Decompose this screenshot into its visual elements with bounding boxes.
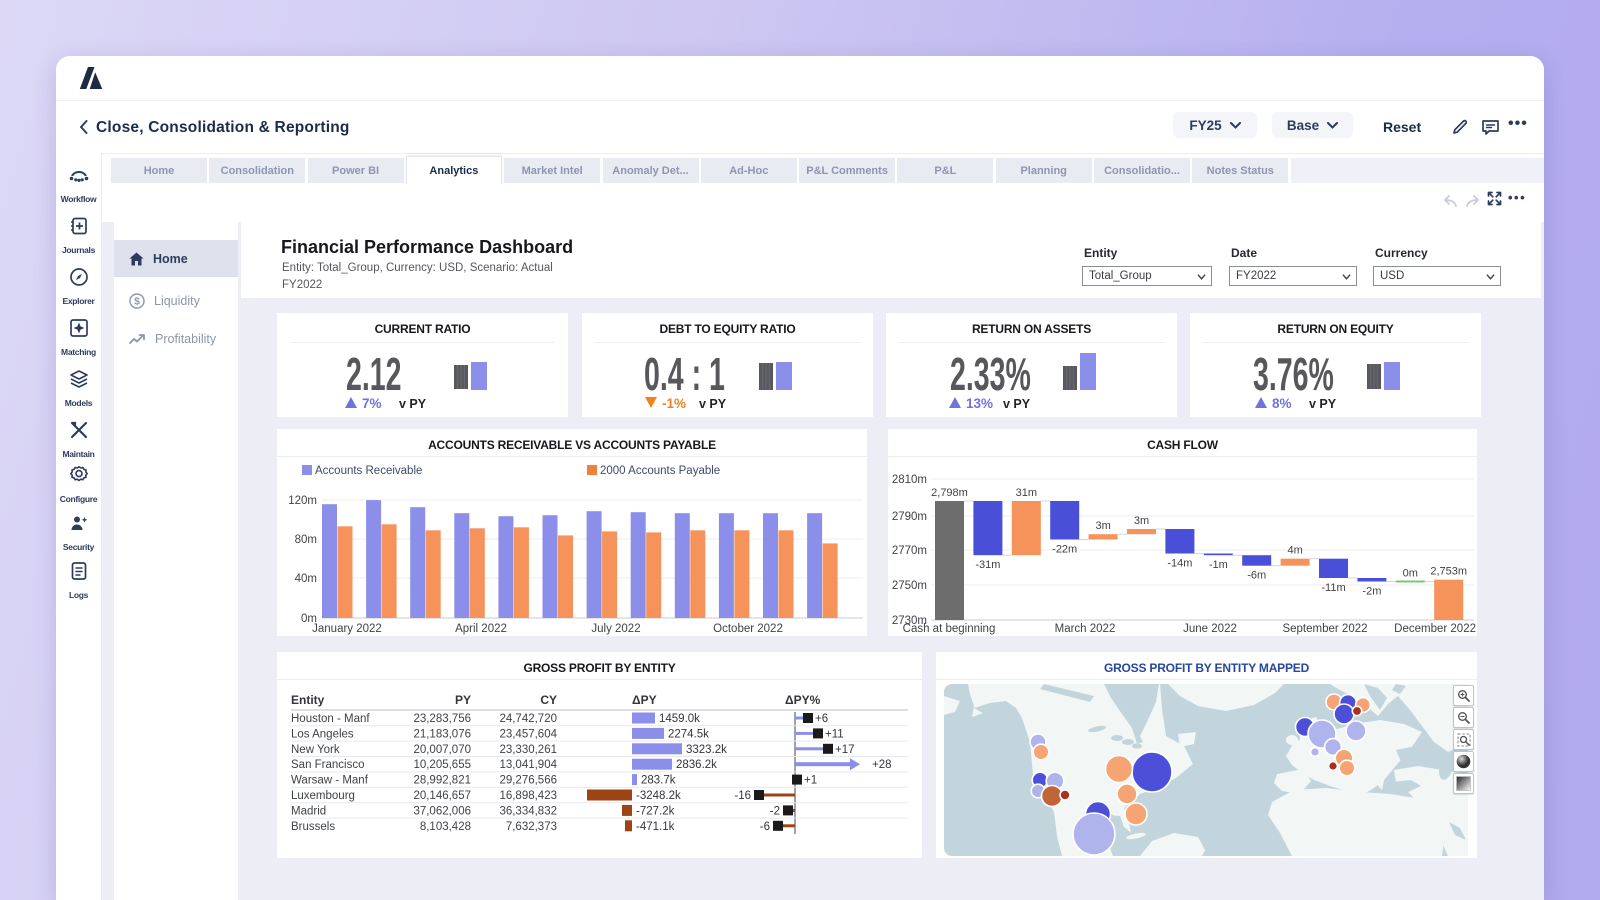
svg-text:June 2022: June 2022 bbox=[1183, 623, 1237, 635]
svg-text:-14m: -14m bbox=[1167, 558, 1192, 570]
svg-text:23,283,756: 23,283,756 bbox=[413, 713, 471, 725]
svg-text:2770m: 2770m bbox=[892, 545, 927, 557]
svg-text:0m: 0m bbox=[1403, 568, 1418, 580]
svg-text:13,041,904: 13,041,904 bbox=[499, 759, 557, 771]
svg-text:December 2022: December 2022 bbox=[1394, 623, 1476, 635]
svg-text:Accounts Receivable: Accounts Receivable bbox=[315, 465, 422, 477]
svg-text:3323.2k: 3323.2k bbox=[686, 744, 727, 756]
svg-text:-11m: -11m bbox=[1321, 582, 1345, 594]
svg-text:March 2022: March 2022 bbox=[1055, 623, 1116, 635]
svg-text:ΔPY: ΔPY bbox=[632, 693, 657, 707]
svg-text:September 2022: September 2022 bbox=[1282, 623, 1367, 635]
svg-text:October 2022: October 2022 bbox=[713, 623, 783, 635]
svg-text:29,276,566: 29,276,566 bbox=[499, 775, 557, 787]
svg-text:+17: +17 bbox=[835, 744, 855, 756]
svg-text:31m: 31m bbox=[1016, 487, 1037, 499]
svg-text:+28: +28 bbox=[872, 759, 892, 771]
svg-text:36,334,832: 36,334,832 bbox=[499, 805, 557, 817]
svg-text:2000 Accounts Payable: 2000 Accounts Payable bbox=[600, 465, 720, 477]
svg-text:80m: 80m bbox=[295, 534, 317, 546]
svg-text:4m: 4m bbox=[1287, 545, 1302, 557]
svg-text:Warsaw - Manf: Warsaw - Manf bbox=[291, 775, 369, 787]
svg-text:-1m: -1m bbox=[1209, 559, 1228, 571]
svg-text:24,742,720: 24,742,720 bbox=[499, 713, 557, 725]
svg-text:San Francisco: San Francisco bbox=[291, 759, 365, 771]
svg-text:$: $ bbox=[134, 296, 140, 307]
svg-text:120m: 120m bbox=[288, 495, 317, 507]
svg-text:-6m: -6m bbox=[1247, 570, 1266, 582]
svg-text:New York: New York bbox=[291, 744, 340, 756]
svg-text:23,457,604: 23,457,604 bbox=[499, 728, 557, 740]
svg-text:1459.0k: 1459.0k bbox=[659, 713, 700, 725]
svg-text:ΔPY%: ΔPY% bbox=[785, 693, 821, 707]
svg-text:2,798m: 2,798m bbox=[931, 487, 968, 499]
svg-text:January 2022: January 2022 bbox=[312, 623, 382, 635]
svg-text:2,753m: 2,753m bbox=[1430, 566, 1467, 578]
svg-text:Brussels: Brussels bbox=[291, 821, 335, 833]
svg-text:2790m: 2790m bbox=[892, 511, 927, 523]
svg-text:Madrid: Madrid bbox=[291, 805, 326, 817]
svg-text:20,007,070: 20,007,070 bbox=[413, 744, 471, 756]
svg-text:21,183,076: 21,183,076 bbox=[413, 728, 471, 740]
svg-text:2750m: 2750m bbox=[892, 580, 927, 592]
svg-text:40m: 40m bbox=[295, 573, 317, 585]
svg-text:July 2022: July 2022 bbox=[591, 623, 640, 635]
svg-text:-31m: -31m bbox=[975, 559, 1000, 571]
svg-text:+6: +6 bbox=[815, 713, 828, 725]
svg-text:-471.1k: -471.1k bbox=[636, 821, 675, 833]
svg-text:Los Angeles: Los Angeles bbox=[291, 728, 354, 740]
svg-text:2836.2k: 2836.2k bbox=[676, 759, 717, 771]
svg-text:2274.5k: 2274.5k bbox=[668, 728, 709, 740]
svg-text:3m: 3m bbox=[1095, 520, 1110, 532]
svg-text:-2: -2 bbox=[770, 805, 780, 817]
svg-text:+1: +1 bbox=[804, 775, 817, 787]
svg-text:+11: +11 bbox=[825, 728, 844, 740]
svg-text:PY: PY bbox=[455, 693, 471, 707]
svg-text:28,992,821: 28,992,821 bbox=[413, 775, 471, 787]
svg-text:-2m: -2m bbox=[1362, 586, 1381, 598]
svg-text:Cash at beginning: Cash at beginning bbox=[903, 623, 996, 635]
svg-text:3m: 3m bbox=[1134, 515, 1149, 527]
svg-text:April 2022: April 2022 bbox=[455, 623, 507, 635]
svg-text:2810m: 2810m bbox=[892, 474, 927, 486]
svg-text:Houston - Manf: Houston - Manf bbox=[291, 713, 370, 725]
svg-text:16,898,423: 16,898,423 bbox=[499, 790, 557, 802]
svg-text:283.7k: 283.7k bbox=[641, 775, 676, 787]
svg-text:8,103,428: 8,103,428 bbox=[420, 821, 471, 833]
svg-text:-6: -6 bbox=[760, 821, 770, 833]
svg-text:-16: -16 bbox=[734, 790, 751, 802]
svg-text:10,205,655: 10,205,655 bbox=[413, 759, 471, 771]
svg-text:23,330,261: 23,330,261 bbox=[499, 744, 557, 756]
svg-text:Entity: Entity bbox=[291, 693, 325, 707]
svg-text:7,632,373: 7,632,373 bbox=[506, 821, 557, 833]
svg-text:CY: CY bbox=[540, 693, 557, 707]
svg-text:Luxembourg: Luxembourg bbox=[291, 790, 355, 802]
svg-text:37,062,006: 37,062,006 bbox=[413, 805, 471, 817]
svg-text:-727.2k: -727.2k bbox=[636, 805, 675, 817]
svg-text:20,146,657: 20,146,657 bbox=[413, 790, 471, 802]
svg-text:-22m: -22m bbox=[1052, 544, 1077, 556]
svg-text:-3248.2k: -3248.2k bbox=[636, 790, 681, 802]
